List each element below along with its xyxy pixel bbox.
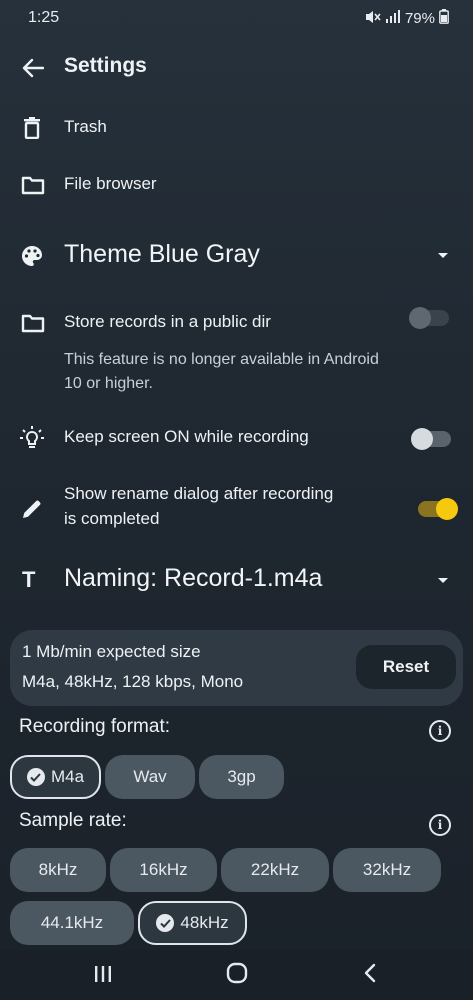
check-icon — [156, 914, 175, 932]
trash-menu-item[interactable]: Trash — [0, 106, 473, 150]
trash-label: Trash — [64, 117, 107, 136]
battery-percent: 79% — [404, 10, 435, 27]
sample-rate-chip-label: 16kHz — [139, 860, 188, 879]
public-dir-label: Store records in a public dir — [64, 312, 271, 331]
sample-rate-chip-44khz[interactable]: 44.1kHz — [10, 901, 134, 945]
status-icons: 79% — [365, 9, 449, 28]
back-nav-icon[interactable] — [358, 961, 382, 985]
dropdown-arrow-icon — [436, 250, 450, 260]
dropdown-arrow-icon — [436, 575, 450, 585]
sample-rate-chip-label: 32kHz — [362, 860, 412, 879]
theme-selector[interactable]: Theme Blue Gray — [0, 232, 473, 280]
format-chip-3gp[interactable]: 3gp — [199, 755, 284, 799]
sample-rate-chip-48khz[interactable]: 48kHz — [138, 901, 247, 945]
signal-icon — [385, 9, 401, 28]
rename-dialog-label-line2: is completed — [64, 509, 160, 528]
sample-rate-chip-8khz[interactable]: 8kHz — [10, 848, 106, 892]
file-browser-menu-item[interactable]: File browser — [0, 163, 473, 207]
theme-label: Theme Blue Gray — [64, 240, 260, 268]
toggle-knob — [436, 498, 458, 520]
public-dir-toggle[interactable] — [409, 307, 449, 329]
info-icon[interactable]: i — [429, 814, 451, 836]
back-arrow-icon[interactable] — [20, 56, 46, 80]
recording-format-label: Recording format: — [19, 716, 171, 737]
keep-screen-on-setting[interactable]: Keep screen ON while recording — [0, 418, 473, 458]
check-icon — [26, 768, 45, 786]
rename-dialog-setting[interactable]: Show rename dialog after recording is co… — [0, 482, 473, 534]
battery-icon — [439, 9, 449, 28]
public-dir-description-line1: This feature is no longer available in A… — [64, 351, 379, 368]
sample-rate-chip-32khz[interactable]: 32kHz — [333, 848, 441, 892]
format-chip-label: Wav — [133, 767, 167, 786]
recent-apps-icon[interactable] — [90, 962, 116, 986]
sample-rate-chip-16khz[interactable]: 16kHz — [110, 848, 217, 892]
keep-screen-on-toggle[interactable] — [411, 428, 451, 450]
file-browser-label: File browser — [64, 174, 157, 193]
sample-rate-chip-label: 44.1kHz — [40, 913, 104, 932]
public-dir-setting[interactable]: Store records in a public dir This featu… — [0, 300, 473, 396]
toggle-knob — [411, 428, 433, 450]
toggle-knob — [409, 307, 431, 329]
format-chip-label: 3gp — [227, 767, 256, 786]
folder-icon — [20, 173, 46, 197]
naming-selector[interactable]: T Naming: Record-1.m4a — [0, 556, 473, 604]
format-summary-text: M4a, 48kHz, 128 kbps, Mono — [22, 672, 244, 691]
page-title: Settings — [64, 54, 147, 77]
keep-screen-on-label: Keep screen ON while recording — [64, 427, 309, 446]
sample-rate-chip-22khz[interactable]: 22kHz — [221, 848, 329, 892]
lightbulb-icon — [18, 424, 46, 452]
format-chip-label: M4a — [50, 767, 85, 786]
sample-rate-chip-label: 48kHz — [180, 913, 229, 932]
expected-size-text: 1 Mb/min expected size — [22, 642, 201, 661]
palette-icon — [20, 244, 44, 268]
sample-rate-chip-label: 22kHz — [250, 860, 300, 879]
info-icon[interactable]: i — [429, 720, 451, 742]
rename-dialog-toggle[interactable] — [418, 498, 458, 520]
home-icon[interactable] — [224, 960, 250, 986]
sample-rate-chip-label: 8kHz — [38, 860, 78, 879]
format-chip-wav[interactable]: Wav — [105, 755, 195, 799]
text-format-icon: T — [22, 567, 36, 592]
reset-button[interactable]: Reset — [356, 645, 456, 689]
mute-icon — [365, 10, 381, 28]
trash-icon — [20, 116, 44, 140]
sample-rate-label: Sample rate: — [19, 810, 127, 831]
rename-dialog-label-line1: Show rename dialog after recording — [64, 484, 334, 503]
format-chip-m4a[interactable]: M4a — [10, 755, 101, 799]
status-time: 1:25 — [28, 9, 60, 26]
folder-icon — [20, 311, 46, 335]
pencil-icon — [19, 496, 45, 522]
public-dir-description-line2: 10 or higher. — [64, 375, 153, 392]
naming-label: Naming: Record-1.m4a — [64, 564, 323, 592]
